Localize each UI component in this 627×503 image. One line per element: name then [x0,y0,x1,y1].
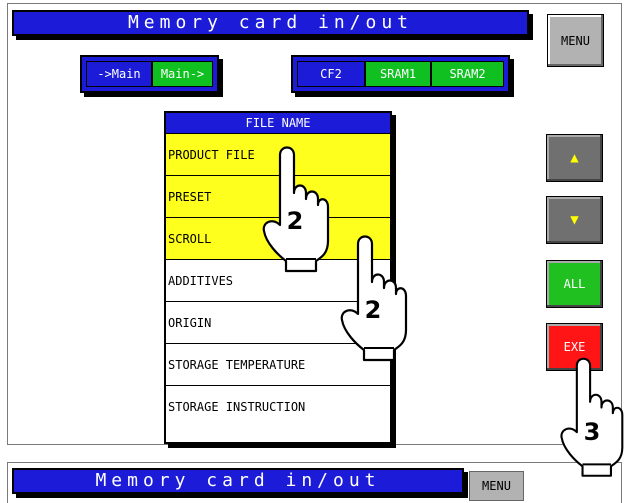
window-title: Memory card in/out [12,10,529,36]
triangle-down-icon: ▼ [570,212,579,228]
step-marker: 2 [286,207,304,235]
file-list-header: FILE NAME [166,113,390,134]
direction-button-group: ->Main Main-> [80,55,219,93]
second-menu-button[interactable]: MENU [469,471,524,501]
pointing-hand-icon [560,357,624,477]
second-window-title: Memory card in/out [12,468,464,494]
all-button[interactable]: ALL [546,260,603,308]
to-main-button[interactable]: ->Main [86,61,152,87]
media-button-group: CF2 SRAM1 SRAM2 [291,55,510,93]
menu-button[interactable]: MENU [547,14,604,67]
step-marker: 2 [364,296,382,324]
sram2-button[interactable]: SRAM2 [431,61,504,87]
scroll-up-button[interactable]: ▲ [546,134,603,182]
list-item-storage-instruction[interactable]: STORAGE INSTRUCTION [166,386,390,428]
cf2-button[interactable]: CF2 [297,61,365,87]
from-main-button[interactable]: Main-> [152,61,213,87]
sram1-button[interactable]: SRAM1 [365,61,431,87]
triangle-up-icon: ▲ [570,150,579,166]
step-marker: 3 [583,418,601,446]
scroll-down-button[interactable]: ▼ [546,196,603,244]
